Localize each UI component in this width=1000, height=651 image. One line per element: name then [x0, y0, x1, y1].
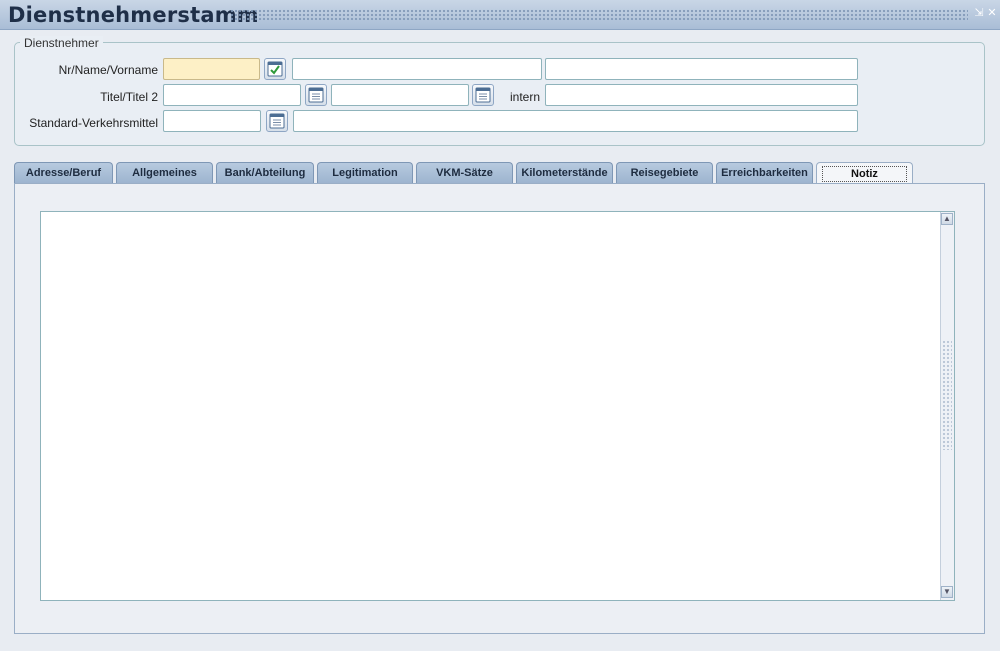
titel-field[interactable]	[163, 84, 301, 106]
confirm-check-button[interactable]	[264, 58, 286, 80]
title-bar-pattern	[230, 9, 968, 21]
tab-adresse-beruf[interactable]: Adresse/Beruf	[14, 162, 113, 183]
verkehrsmittel-code-field[interactable]	[163, 110, 261, 132]
tab-label: Reisegebiete	[630, 167, 699, 179]
window-title: Dienstnehmerstamm	[8, 3, 259, 27]
tab-label: Kilometerstände	[521, 167, 608, 179]
notiz-textarea[interactable]	[40, 211, 955, 601]
label-titel: Titel/Titel 2	[100, 90, 158, 104]
label-standard-verkehrsmittel: Standard-Verkehrsmittel	[29, 116, 158, 130]
tab-kilometerstaende[interactable]: Kilometerstände	[516, 162, 613, 183]
nr-field[interactable]	[163, 58, 260, 80]
tab-label: VKM-Sätze	[436, 167, 493, 179]
scroll-thumb[interactable]	[942, 340, 952, 450]
name-field[interactable]	[292, 58, 542, 80]
tab-label: Erreichbarkeiten	[721, 167, 808, 179]
tab-legitimation[interactable]: Legitimation	[317, 162, 413, 183]
tab-vkm-saetze[interactable]: VKM-Sätze	[416, 162, 513, 183]
tab-label: Notiz	[822, 165, 907, 182]
verkehrsmittel-lookup-button[interactable]	[266, 110, 288, 132]
tab-label: Legitimation	[332, 167, 398, 179]
tab-label: Allgemeines	[132, 167, 197, 179]
titel2-field[interactable]	[331, 84, 469, 106]
check-calendar-icon	[267, 61, 283, 77]
close-icon[interactable]: ✕	[986, 7, 998, 19]
tab-label: Bank/Abteilung	[224, 167, 306, 179]
vorname-field[interactable]	[545, 58, 858, 80]
label-nr-name-vorname: Nr/Name/Vorname	[58, 63, 158, 77]
list-lookup-icon	[475, 87, 491, 103]
scroll-down-icon[interactable]: ▼	[941, 586, 953, 598]
tab-allgemeines[interactable]: Allgemeines	[116, 162, 213, 183]
group-legend: Dienstnehmer	[20, 36, 103, 50]
list-lookup-icon	[269, 113, 285, 129]
tab-notiz[interactable]: Notiz	[816, 162, 913, 184]
titel-lookup-button[interactable]	[305, 84, 327, 106]
titel2-lookup-button[interactable]	[472, 84, 494, 106]
scroll-up-icon[interactable]: ▲	[941, 213, 953, 225]
label-intern: intern	[510, 90, 541, 104]
verkehrsmittel-text-field[interactable]	[293, 110, 858, 132]
intern-field[interactable]	[545, 84, 858, 106]
minimize-icon[interactable]: ⇲	[973, 7, 985, 19]
tab-bank-abteilung[interactable]: Bank/Abteilung	[216, 162, 314, 183]
list-lookup-icon	[308, 87, 324, 103]
tab-erreichbarkeiten[interactable]: Erreichbarkeiten	[716, 162, 813, 183]
tab-label: Adresse/Beruf	[25, 167, 102, 179]
tab-reisegebiete[interactable]: Reisegebiete	[616, 162, 713, 183]
